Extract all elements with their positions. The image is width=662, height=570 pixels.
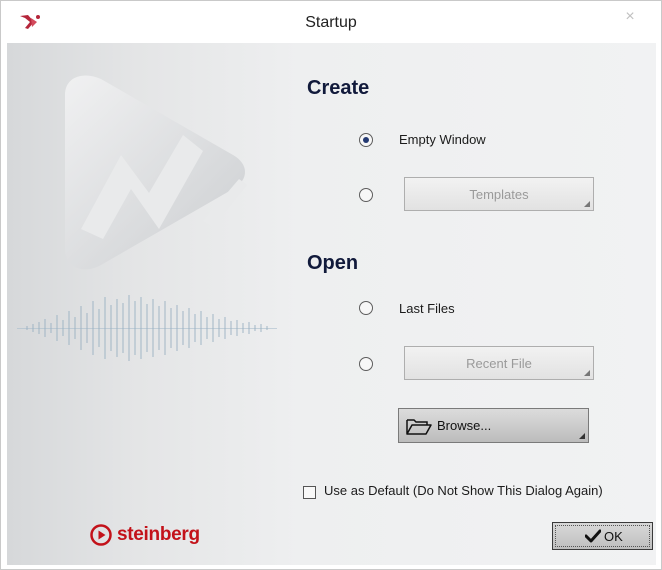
templates-radio[interactable]: [359, 188, 373, 202]
folder-icon: [406, 419, 432, 435]
title-bar: Startup ×: [1, 1, 661, 43]
dropdown-corner-icon: [584, 201, 590, 207]
dropdown-corner-icon: [584, 370, 590, 376]
last-files-radio[interactable]: [359, 301, 373, 315]
wavelab-hero-graphic: [17, 75, 277, 361]
create-heading: Create: [307, 77, 370, 99]
window-title: Startup: [305, 14, 357, 31]
use-as-default-checkbox[interactable]: [303, 486, 316, 499]
dialog-body: Create Empty Window Templates Open Last …: [7, 43, 656, 565]
last-files-label[interactable]: Last Files: [399, 301, 455, 316]
browse-button[interactable]: Browse...: [398, 408, 589, 443]
open-heading: Open: [307, 252, 359, 274]
recent-file-label: Recent File: [466, 356, 532, 371]
templates-dropdown[interactable]: Templates: [404, 177, 594, 211]
empty-window-radio[interactable]: [359, 133, 373, 147]
steinberg-logo-icon: [90, 524, 112, 546]
close-icon[interactable]: ×: [609, 3, 651, 31]
empty-window-label[interactable]: Empty Window: [399, 132, 486, 147]
recent-file-dropdown[interactable]: Recent File: [404, 346, 594, 380]
ok-button[interactable]: OK: [552, 522, 653, 550]
templates-label: Templates: [469, 187, 529, 202]
use-as-default-label[interactable]: Use as Default (Do Not Show This Dialog …: [324, 483, 603, 498]
startup-dialog: Startup × Create Empty Window Templates …: [0, 0, 662, 570]
steinberg-wordmark: steinberg: [117, 524, 200, 545]
app-icon: [20, 15, 40, 29]
recent-file-radio[interactable]: [359, 357, 373, 371]
ok-label: OK: [604, 529, 623, 544]
dropdown-corner-icon: [579, 433, 585, 439]
browse-label: Browse...: [437, 418, 492, 433]
checkmark-icon: [585, 529, 601, 543]
